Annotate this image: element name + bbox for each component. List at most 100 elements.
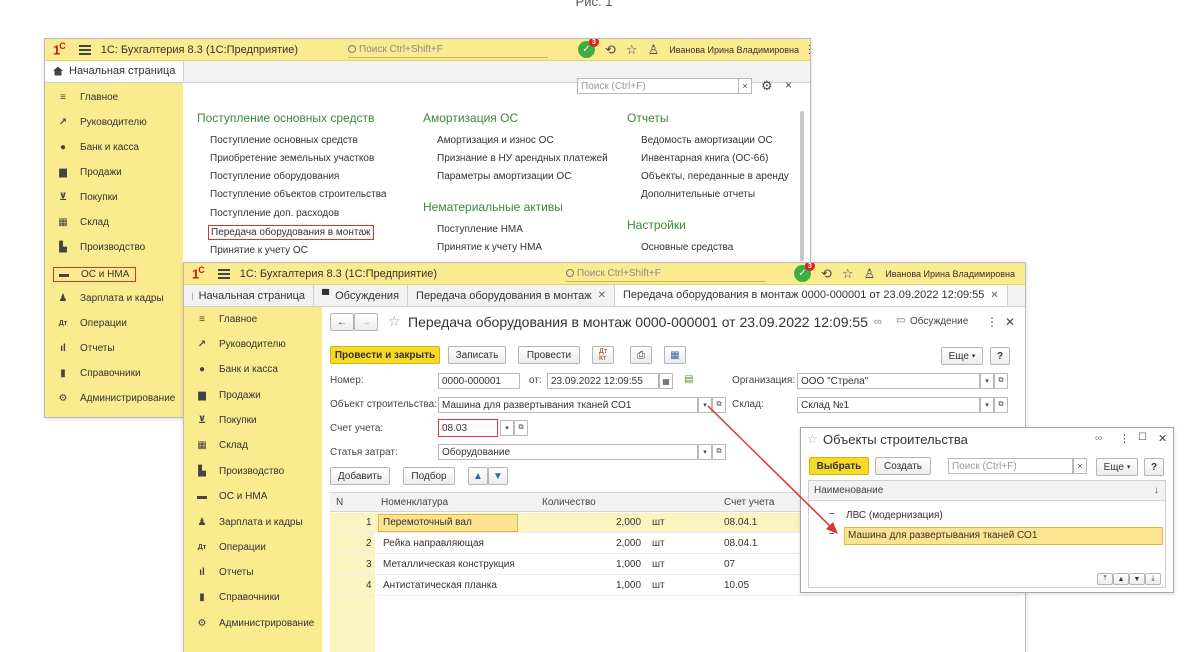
create-button[interactable]: Создать: [875, 457, 931, 475]
sidebar-item-bank[interactable]: ● Банк и касса: [55, 142, 139, 153]
panel-settings-gear-icon[interactable]: ⚙: [761, 78, 773, 94]
user-icon[interactable]: ♙: [648, 42, 660, 58]
move-up-button[interactable]: ▲: [468, 467, 488, 485]
sidebar-item-fixed-assets[interactable]: ▬ ОС и НМА: [194, 491, 267, 502]
maximize-icon[interactable]: ☐: [1138, 432, 1147, 443]
global-search-input[interactable]: Поиск Ctrl+Shift+F: [348, 42, 548, 58]
calendar-icon[interactable]: ▦: [659, 373, 673, 389]
link-leased-objects[interactable]: Объекты, переданные в аренду: [641, 171, 789, 182]
cost-item-field[interactable]: Оборудование: [438, 444, 698, 460]
link-fa-receipt[interactable]: Поступление основных средств: [210, 135, 358, 146]
account-open-icon[interactable]: ⧉: [514, 420, 528, 436]
print-button[interactable]: ⎙: [630, 346, 652, 364]
sidebar-item-manager[interactable]: ↗ Руководителю: [194, 339, 286, 350]
sidebar-item-sales[interactable]: ▆ Продажи: [55, 167, 122, 178]
favorites-star-icon[interactable]: ☆: [842, 266, 854, 282]
col-quantity[interactable]: Количество: [542, 497, 596, 508]
sidebar-item-fixed-assets[interactable]: ▬ ОС и НМА: [53, 267, 137, 282]
tab-home[interactable]: Начальная страница: [45, 61, 185, 82]
sidebar-item-production[interactable]: ▙ Производство: [194, 466, 284, 477]
history-icon[interactable]: ⟲: [821, 266, 832, 282]
sidebar-item-manager[interactable]: ↗ Руководителю: [55, 117, 147, 128]
sidebar-item-payroll[interactable]: ♟ Зарплата и кадры: [55, 293, 164, 304]
sidebar-item-operations[interactable]: Дт Операции: [55, 318, 127, 329]
settings-menu-icon[interactable]: [1025, 269, 1026, 278]
organization-dropdown-icon[interactable]: ▾: [980, 373, 994, 389]
link-lease-payments[interactable]: Признание в НУ арендных платежей: [437, 153, 608, 164]
sidebar-item-references[interactable]: ▮ Справочники: [194, 592, 279, 603]
tab-discussions[interactable]: ▀ Обсуждения: [314, 285, 409, 306]
panel-close-icon[interactable]: ×: [785, 78, 792, 92]
post-and-close-button[interactable]: Провести и закрыть: [330, 346, 440, 364]
history-icon[interactable]: ⟲: [605, 42, 616, 58]
sidebar-item-purchases[interactable]: ⊻ Покупки: [55, 192, 118, 203]
sidebar-item-warehouse[interactable]: ▦ Склад: [55, 217, 109, 228]
sidebar-item-reports[interactable]: ıl Отчеты: [55, 343, 114, 354]
dialog-search-input[interactable]: Поиск (Ctrl+F): [948, 458, 1073, 474]
sidebar-item-references[interactable]: ▮ Справочники: [55, 368, 140, 379]
structure-button[interactable]: ▦: [664, 346, 686, 364]
back-button[interactable]: ←: [330, 313, 354, 331]
sidebar-item-bank[interactable]: ● Банк и касса: [194, 364, 278, 375]
more-button[interactable]: Еще ▾: [941, 347, 983, 365]
link-fixed-assets-settings[interactable]: Основные средства: [641, 242, 733, 253]
pick-button[interactable]: Подбор: [403, 467, 455, 485]
object-dropdown-icon[interactable]: ▾: [698, 397, 712, 413]
date-field[interactable]: 23.09.2022 12:09:55: [547, 373, 659, 389]
dt-kt-button[interactable]: Дт Кт: [592, 346, 614, 364]
notifications-icon[interactable]: ✓ 3: [578, 39, 599, 58]
more-menu-icon[interactable]: ⋮: [986, 315, 998, 329]
col-name[interactable]: Наименование: [814, 485, 883, 496]
sidebar-item-operations[interactable]: Дт Операции: [194, 542, 266, 553]
link-depreciation-params[interactable]: Параметры амортизации ОС: [437, 171, 571, 182]
sort-icon[interactable]: ↓: [1154, 485, 1159, 496]
link-intangibles-receipt[interactable]: Поступление НМА: [437, 224, 523, 235]
sidebar-item-payroll[interactable]: ♟ Зарплата и кадры: [194, 517, 303, 528]
user-icon[interactable]: ♙: [864, 266, 876, 282]
save-button[interactable]: Записать: [448, 346, 506, 364]
account-field[interactable]: 08.03: [438, 419, 498, 437]
link-depreciation-sheet[interactable]: Ведомость амортизации ОС: [641, 135, 773, 146]
nav-down-button[interactable]: ▼: [1129, 573, 1145, 585]
col-nomenclature[interactable]: Номенклатура: [381, 497, 448, 508]
close-form-icon[interactable]: ✕: [1005, 315, 1015, 329]
close-dialog-icon[interactable]: ✕: [1158, 432, 1167, 445]
sidebar-item-admin[interactable]: ⚙ Администрирование: [194, 618, 315, 629]
current-cell[interactable]: Перемоточный вал: [378, 514, 518, 532]
panel-scrollbar[interactable]: [800, 111, 804, 261]
dialog-search-clear-icon[interactable]: ×: [1073, 458, 1087, 474]
panel-search-input[interactable]: Поиск (Ctrl+F): [577, 78, 740, 94]
user-name[interactable]: Иванова Ирина Владимировна: [669, 45, 799, 55]
number-field[interactable]: 0000-000001: [438, 373, 520, 389]
account-dropdown-icon[interactable]: ▾: [500, 420, 514, 436]
link-fa-acceptance[interactable]: Принятие к учету ОС: [210, 245, 308, 256]
col-n[interactable]: N: [336, 497, 343, 508]
sidebar-item-main[interactable]: ≡ Главное: [55, 92, 118, 103]
warehouse-dropdown-icon[interactable]: ▾: [980, 397, 994, 413]
sidebar-item-reports[interactable]: ıl Отчеты: [194, 567, 253, 578]
link-construction-receipt[interactable]: Поступление объектов строительства: [210, 189, 386, 200]
global-search-input[interactable]: Поиск Ctrl+Shift+F: [566, 266, 766, 282]
settings-menu-icon[interactable]: [809, 45, 810, 54]
dialog-more-button[interactable]: Еще ▾: [1096, 458, 1138, 476]
link-equipment-receipt[interactable]: Поступление оборудования: [210, 171, 339, 182]
favorites-star-icon[interactable]: ☆: [626, 42, 638, 58]
add-row-button[interactable]: Добавить: [330, 467, 390, 485]
nav-last-button[interactable]: ⤓: [1145, 573, 1161, 585]
link-equipment-transfer[interactable]: Передача оборудования в монтаж: [208, 225, 374, 240]
list-item-selected[interactable]: Машина для развертывания тканей СО1: [844, 527, 1163, 545]
forward-button[interactable]: →: [354, 313, 378, 331]
user-name[interactable]: Иванова Ирина Владимировна: [885, 269, 1015, 279]
organization-open-icon[interactable]: ⧉: [994, 373, 1008, 389]
col-account[interactable]: Счет учета: [724, 497, 774, 508]
sidebar-item-sales[interactable]: ▆ Продажи: [194, 390, 261, 401]
construction-object-field[interactable]: Машина для развертывания тканей СО1: [438, 397, 698, 413]
cost-item-dropdown-icon[interactable]: ▾: [698, 444, 712, 460]
discussion-icon[interactable]: ▭: [896, 315, 905, 326]
object-open-icon[interactable]: ⧉: [712, 397, 726, 413]
panel-search-clear-icon[interactable]: ×: [738, 78, 752, 94]
main-menu-icon[interactable]: [78, 44, 91, 55]
link-extra-costs[interactable]: Поступление доп. расходов: [210, 208, 339, 219]
link-land-purchase[interactable]: Приобретение земельных участков: [210, 153, 374, 164]
sidebar-item-purchases[interactable]: ⊻ Покупки: [194, 415, 257, 426]
